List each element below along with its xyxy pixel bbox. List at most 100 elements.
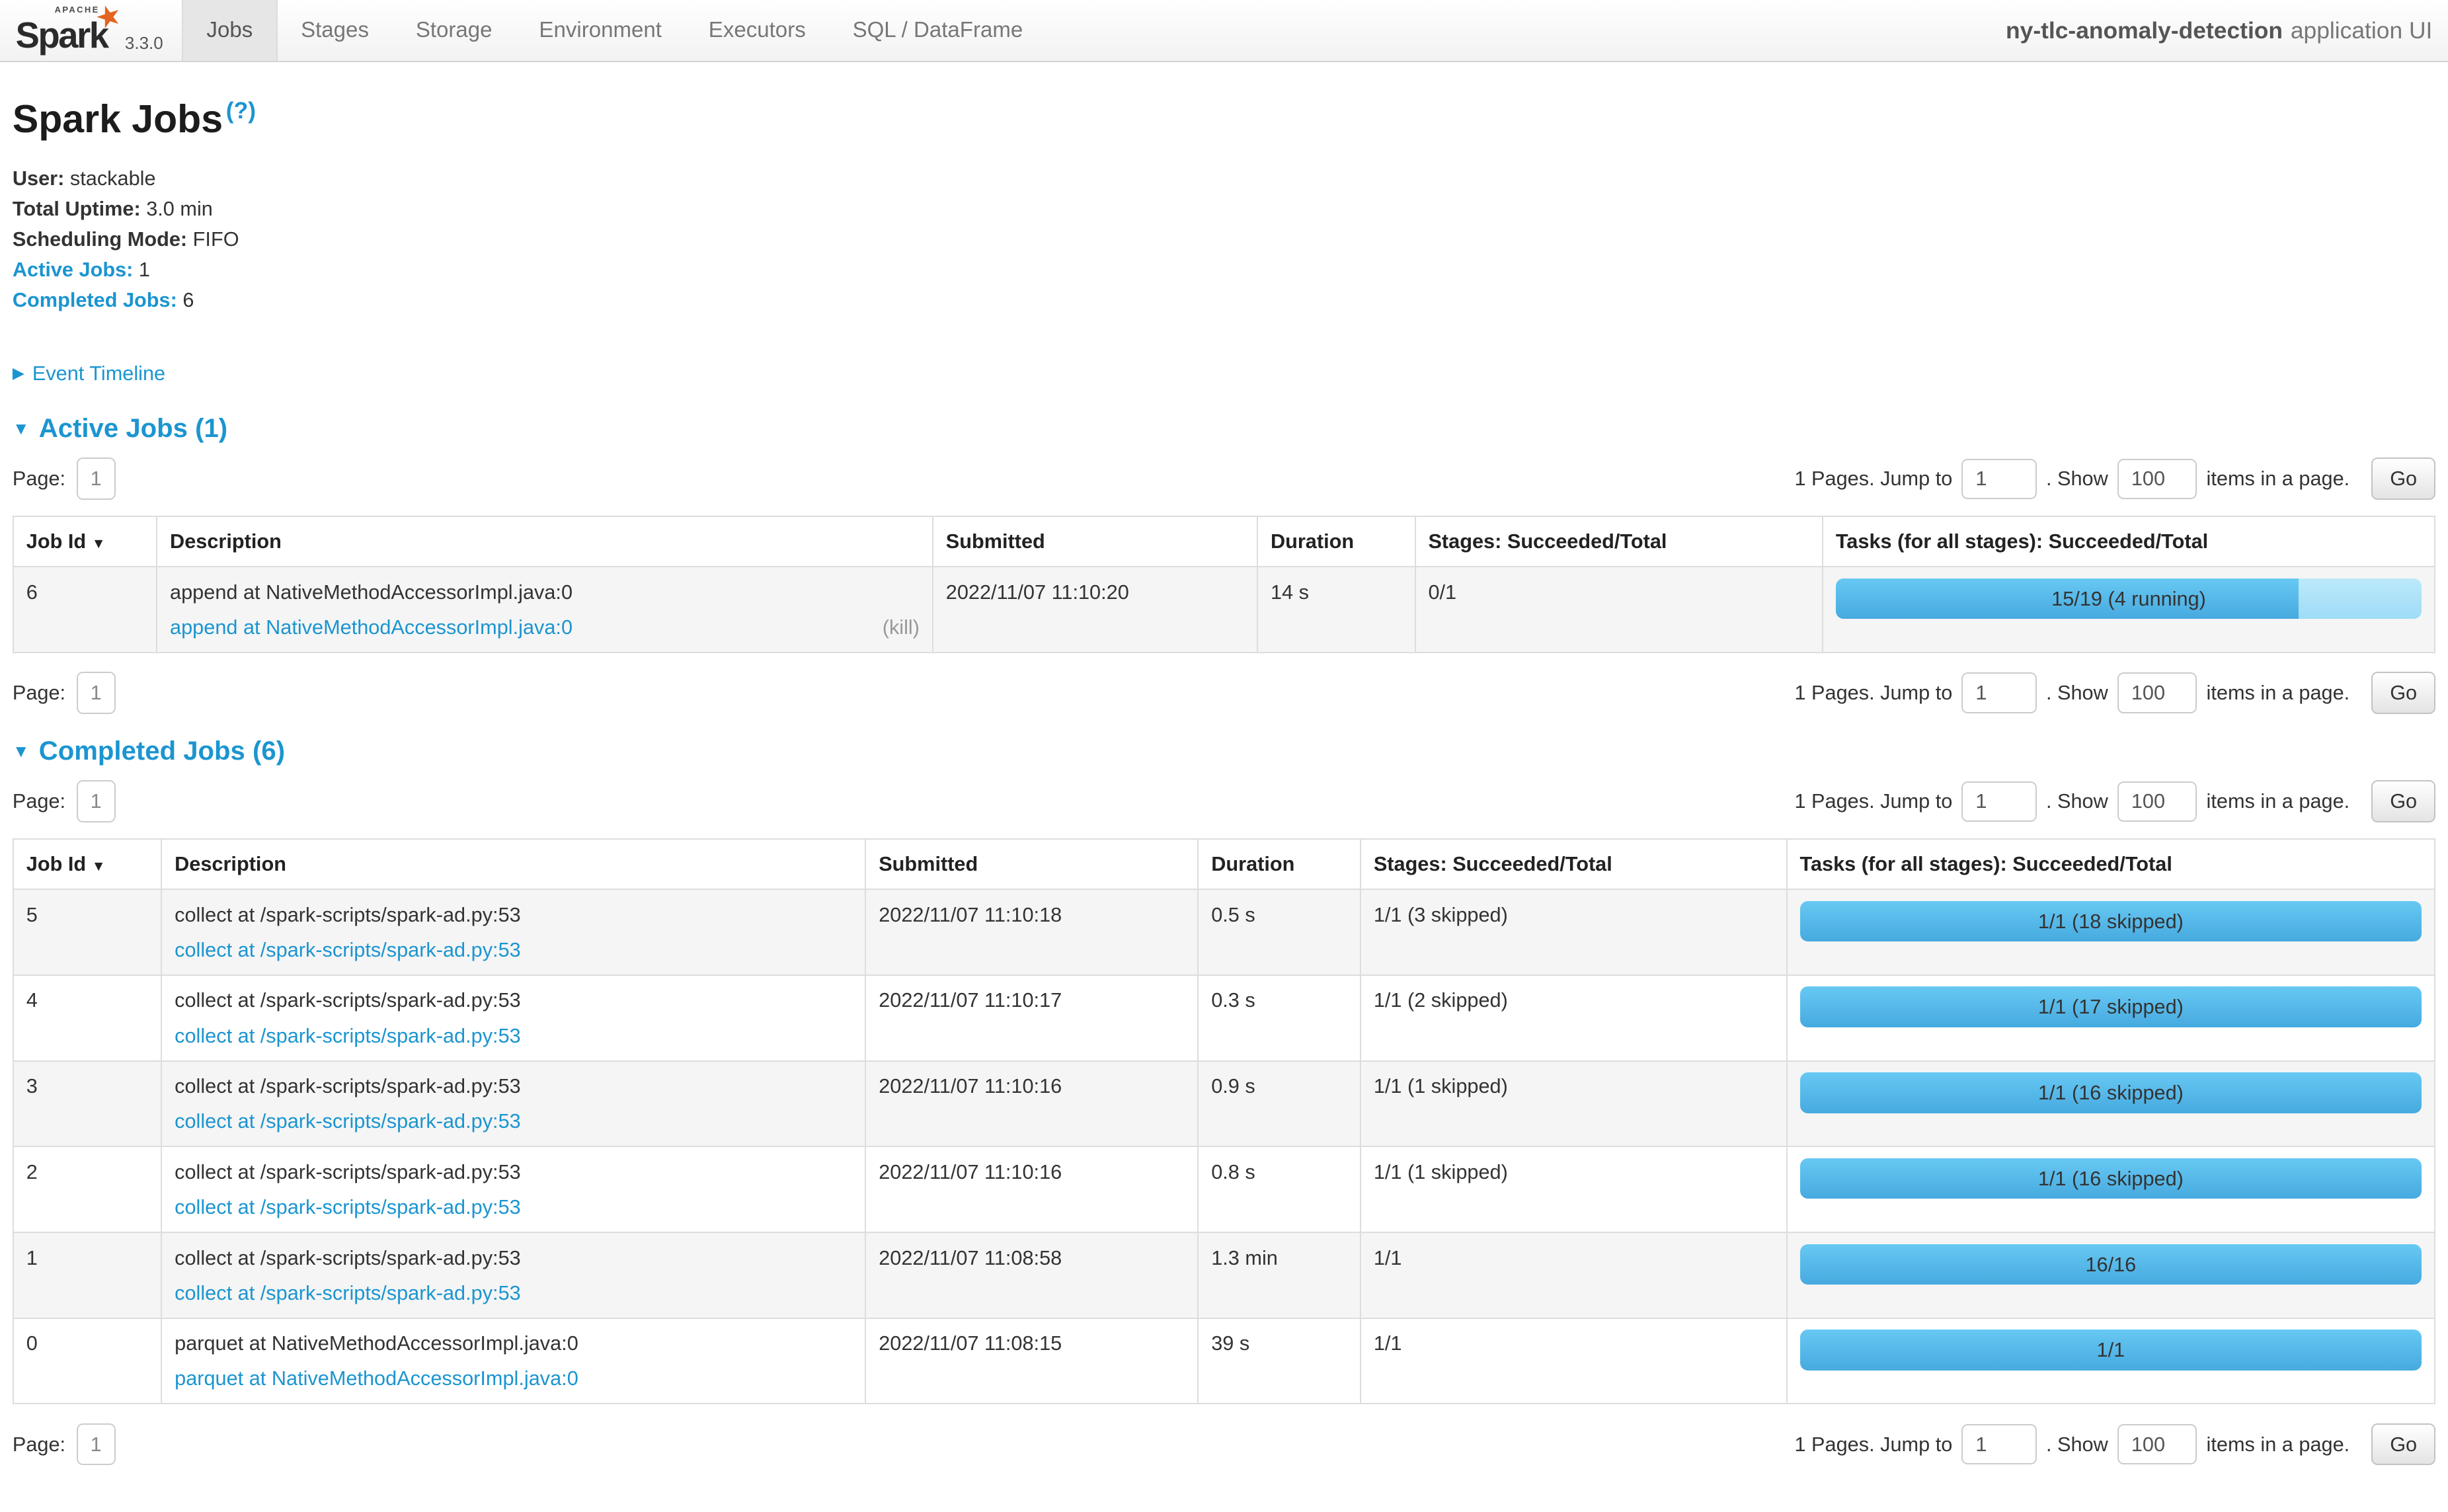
submitted-cell: 2022/11/07 11:10:20 — [933, 567, 1257, 653]
page-title: Spark Jobs(?) — [13, 97, 2435, 141]
description-cell: parquet at NativeMethodAccessorImpl.java… — [161, 1318, 865, 1404]
tab-jobs[interactable]: Jobs — [182, 0, 278, 61]
active-jobs-link[interactable]: Active Jobs: — [13, 258, 133, 281]
job-description-link[interactable]: collect at /spark-scripts/spark-ad.py:53 — [175, 1193, 521, 1220]
progress-label: 1/1 (18 skipped) — [1800, 901, 2422, 941]
tasks-cell: 1/1 (16 skipped) — [1787, 1061, 2435, 1147]
job-description-link[interactable]: append at NativeMethodAccessorImpl.java:… — [170, 614, 573, 641]
header-description[interactable]: Description — [161, 839, 865, 889]
tasks-progress-bar: 1/1 (18 skipped) — [1800, 901, 2422, 941]
items-text: items in a page. — [2207, 1433, 2350, 1456]
header-job-id[interactable]: Job Id ▼ — [13, 516, 157, 567]
active-bottom-pagination: Page: 1 Pages. Jump to . Show items in a… — [13, 672, 2435, 714]
tab-storage[interactable]: Storage — [392, 0, 516, 61]
kill-link[interactable]: (kill) — [883, 614, 920, 641]
duration-cell: 0.3 s — [1198, 975, 1361, 1061]
stages-cell: 0/1 — [1415, 567, 1823, 653]
tasks-progress-bar: 1/1 — [1800, 1330, 2422, 1370]
show-items-input[interactable] — [2117, 1424, 2197, 1464]
job-description: append at NativeMethodAccessorImpl.java:… — [170, 578, 920, 606]
header-job-id[interactable]: Job Id ▼ — [13, 839, 161, 889]
go-button[interactable]: Go — [2371, 1423, 2435, 1466]
jump-to-input[interactable] — [1961, 459, 2036, 499]
info-active-jobs: Active Jobs: 1 — [13, 258, 2435, 281]
help-icon[interactable]: (?) — [226, 97, 256, 124]
spark-logo[interactable]: APACHE Spark ★ 3.3.0 — [0, 0, 182, 61]
pages-jump-text: 1 Pages. Jump to — [1794, 789, 1952, 813]
application-name: ny-tlc-anomaly-detection application UI — [2006, 0, 2448, 61]
pages-jump-text: 1 Pages. Jump to — [1794, 1433, 1952, 1456]
job-description-link[interactable]: collect at /spark-scripts/spark-ad.py:53 — [175, 936, 521, 963]
job-description: collect at /spark-scripts/spark-ad.py:53 — [175, 901, 852, 928]
header-tasks[interactable]: Tasks (for all stages): Succeeded/Total — [1823, 516, 2435, 567]
tasks-cell: 1/1 (18 skipped) — [1787, 889, 2435, 975]
show-items-input[interactable] — [2117, 459, 2197, 499]
table-row: 3 collect at /spark-scripts/spark-ad.py:… — [13, 1061, 2435, 1147]
job-description-link[interactable]: collect at /spark-scripts/spark-ad.py:53 — [175, 1279, 521, 1306]
header-stages[interactable]: Stages: Succeeded/Total — [1361, 839, 1787, 889]
description-cell: collect at /spark-scripts/spark-ad.py:53… — [161, 975, 865, 1061]
job-description-link[interactable]: parquet at NativeMethodAccessorImpl.java… — [175, 1365, 578, 1392]
tab-executors[interactable]: Executors — [685, 0, 829, 61]
completed-bottom-pagination: Page: 1 Pages. Jump to . Show items in a… — [13, 1423, 2435, 1466]
page-content: Spark Jobs(?) User: stackable Total Upti… — [0, 97, 2448, 1512]
jump-to-input[interactable] — [1961, 1424, 2036, 1464]
job-id-cell: 5 — [13, 889, 161, 975]
tasks-progress-bar: 1/1 (16 skipped) — [1800, 1158, 2422, 1199]
header-submitted[interactable]: Submitted — [933, 516, 1257, 567]
tab-sql-dataframe[interactable]: SQL / DataFrame — [829, 0, 1046, 61]
jump-to-input[interactable] — [1961, 672, 2036, 713]
stages-cell: 1/1 (1 skipped) — [1361, 1146, 1787, 1232]
submitted-cell: 2022/11/07 11:08:58 — [865, 1232, 1198, 1318]
tab-environment[interactable]: Environment — [516, 0, 685, 61]
page-label: Page: — [13, 789, 65, 813]
completed-top-pagination: Page: 1 Pages. Jump to . Show items in a… — [13, 780, 2435, 822]
active-jobs-section-title[interactable]: ▼ Active Jobs (1) — [13, 413, 2435, 444]
go-button[interactable]: Go — [2371, 458, 2435, 500]
event-timeline-toggle[interactable]: ▶ Event Timeline — [13, 362, 165, 385]
tasks-progress-bar: 1/1 (17 skipped) — [1800, 986, 2422, 1027]
duration-cell: 1.3 min — [1198, 1232, 1361, 1318]
page-number-input[interactable] — [77, 672, 116, 714]
header-submitted[interactable]: Submitted — [865, 839, 1198, 889]
application-ui-suffix: application UI — [2291, 17, 2433, 44]
tab-stages[interactable]: Stages — [278, 0, 393, 61]
tasks-cell: 1/1 (16 skipped) — [1787, 1146, 2435, 1232]
page-number-input[interactable] — [77, 458, 116, 500]
header-description[interactable]: Description — [157, 516, 933, 567]
info-scheduling-mode: Scheduling Mode: FIFO — [13, 227, 2435, 251]
show-items-input[interactable] — [2117, 672, 2197, 713]
sort-desc-icon: ▼ — [92, 858, 106, 874]
table-header-row: Job Id ▼ Description Submitted Duration … — [13, 516, 2435, 567]
header-stages[interactable]: Stages: Succeeded/Total — [1415, 516, 1823, 567]
header-tasks[interactable]: Tasks (for all stages): Succeeded/Total — [1787, 839, 2435, 889]
progress-label: 16/16 — [1800, 1244, 2422, 1285]
page-number-input[interactable] — [77, 1423, 116, 1466]
show-items-input[interactable] — [2117, 781, 2197, 822]
sort-desc-icon: ▼ — [92, 536, 106, 551]
job-id-cell: 4 — [13, 975, 161, 1061]
tasks-progress-bar: 1/1 (16 skipped) — [1800, 1072, 2422, 1113]
job-id-cell: 6 — [13, 567, 157, 653]
page-number-input[interactable] — [77, 780, 116, 822]
job-description-link[interactable]: collect at /spark-scripts/spark-ad.py:53 — [175, 1022, 521, 1049]
completed-jobs-table: Job Id ▼ Description Submitted Duration … — [13, 838, 2435, 1405]
go-button[interactable]: Go — [2371, 672, 2435, 714]
table-row: 6 append at NativeMethodAccessorImpl.jav… — [13, 567, 2435, 653]
completed-jobs-link[interactable]: Completed Jobs: — [13, 288, 177, 311]
completed-jobs-section-title[interactable]: ▼ Completed Jobs (6) — [13, 736, 2435, 766]
nav-tabs: Jobs Stages Storage Environment Executor… — [182, 0, 1046, 61]
spark-wordmark: Spark — [16, 15, 108, 56]
submitted-cell: 2022/11/07 11:10:17 — [865, 975, 1198, 1061]
job-description-link[interactable]: collect at /spark-scripts/spark-ad.py:53 — [175, 1107, 521, 1134]
tasks-cell: 1/1 (17 skipped) — [1787, 975, 2435, 1061]
go-button[interactable]: Go — [2371, 780, 2435, 822]
progress-label: 1/1 — [1800, 1330, 2422, 1370]
items-text: items in a page. — [2207, 467, 2350, 491]
header-duration[interactable]: Duration — [1198, 839, 1361, 889]
header-duration[interactable]: Duration — [1257, 516, 1415, 567]
spark-version: 3.3.0 — [125, 33, 163, 57]
table-row: 0 parquet at NativeMethodAccessorImpl.ja… — [13, 1318, 2435, 1404]
jump-to-input[interactable] — [1961, 781, 2036, 822]
description-cell: collect at /spark-scripts/spark-ad.py:53… — [161, 1061, 865, 1147]
